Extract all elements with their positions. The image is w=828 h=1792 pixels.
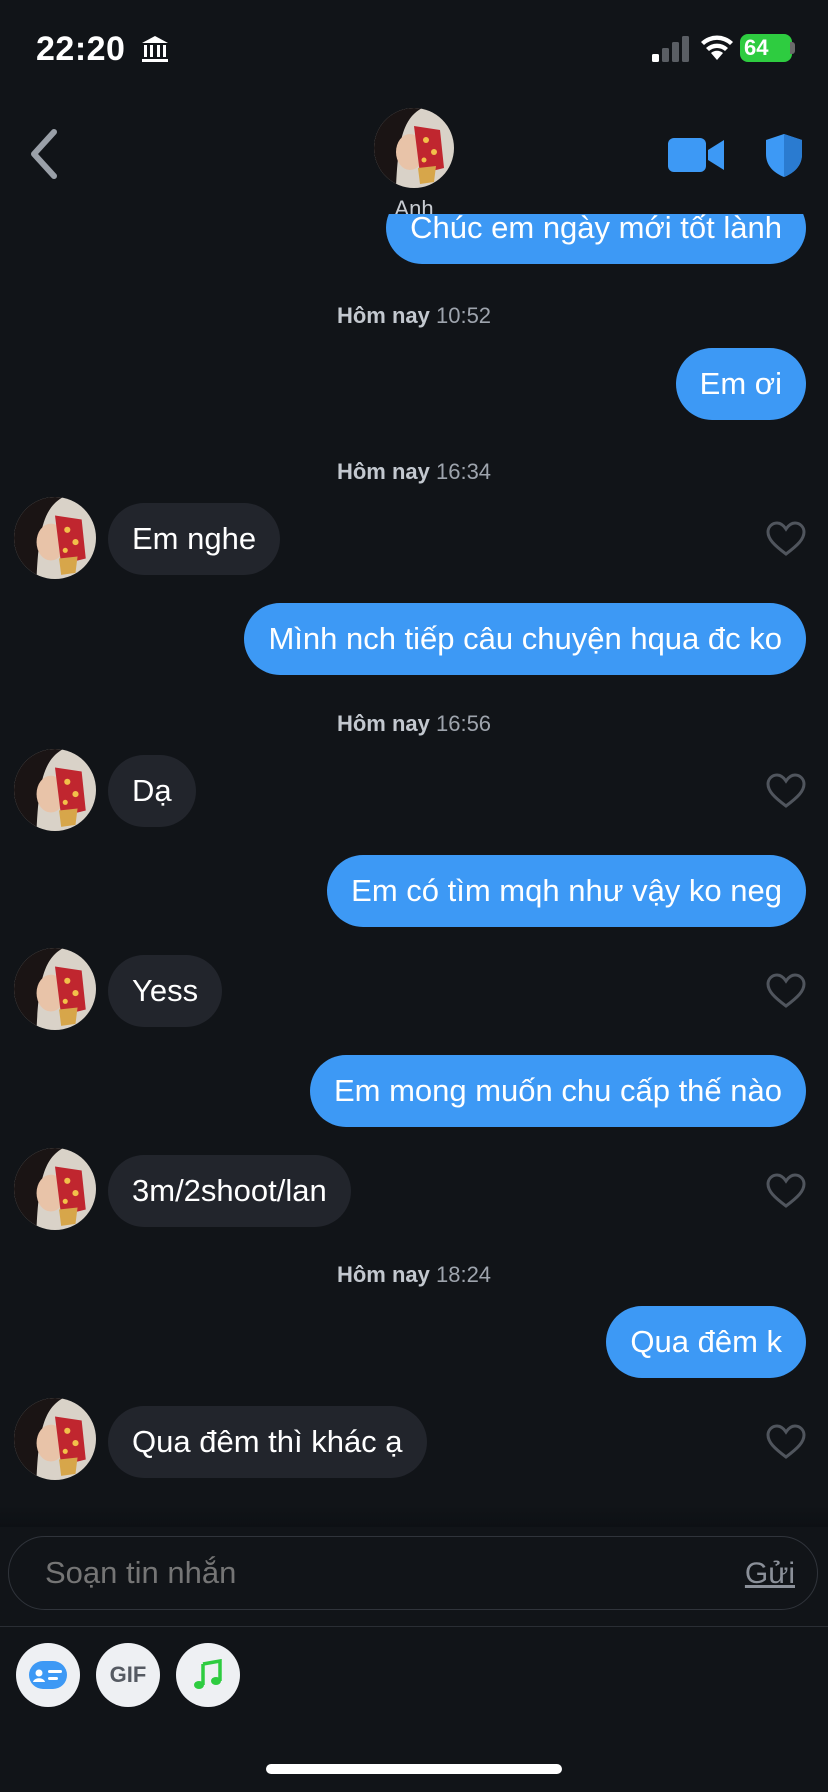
timestamp-day: Hôm nay: [336, 1262, 430, 1287]
battery-tip: [790, 42, 795, 54]
outgoing-message[interactable]: Qua đêm k: [606, 1306, 806, 1378]
music-button[interactable]: [176, 1643, 240, 1707]
composer-shadow: [0, 1505, 828, 1527]
wifi-icon: [701, 35, 733, 60]
avatar[interactable]: [14, 749, 96, 831]
timestamp: Hôm nay 16:56: [0, 711, 828, 737]
outgoing-message[interactable]: Em mong muốn chu cấp thế nào: [309, 1055, 806, 1127]
message-input[interactable]: [45, 1555, 645, 1591]
divider: [0, 1626, 828, 1627]
avatar[interactable]: [14, 1148, 96, 1230]
incoming-message[interactable]: 3m/2shoot/lan: [108, 1155, 351, 1227]
avatar[interactable]: [14, 948, 96, 1030]
contact-card-button[interactable]: [16, 1643, 80, 1707]
timestamp-day: Hôm nay: [336, 711, 430, 736]
partial-message-clip: Chúc em ngày mới tốt lành: [0, 214, 828, 274]
message-composer[interactable]: Gửi: [8, 1536, 818, 1610]
battery-level: 64: [744, 35, 769, 60]
bank-icon: [142, 36, 168, 62]
incoming-message[interactable]: Dạ: [108, 755, 196, 827]
incoming-message[interactable]: Yess: [108, 955, 223, 1027]
avatar[interactable]: [14, 1398, 96, 1480]
music-note-icon: [194, 1659, 222, 1689]
heart-icon[interactable]: [766, 773, 806, 809]
video-call-icon[interactable]: [668, 136, 724, 174]
timestamp: Hôm nay 18:24: [0, 1262, 828, 1288]
outgoing-message[interactable]: Em ơi: [675, 348, 806, 420]
timestamp-day: Hôm nay: [336, 303, 430, 328]
contact-card-icon: [29, 1661, 67, 1689]
heart-icon[interactable]: [766, 1173, 806, 1209]
contact-avatar[interactable]: [374, 108, 454, 188]
incoming-message[interactable]: Em nghe: [108, 503, 281, 575]
status-time: 22:20: [36, 30, 126, 68]
battery-indicator: 64: [740, 34, 792, 62]
heart-icon[interactable]: [766, 1424, 806, 1460]
heart-icon[interactable]: [766, 521, 806, 557]
avatar[interactable]: [14, 497, 96, 579]
timestamp: Hôm nay 10:52: [0, 303, 828, 329]
timestamp-time: 18:24: [435, 1262, 492, 1287]
timestamp-time: 16:34: [435, 459, 492, 484]
back-icon[interactable]: [26, 128, 62, 180]
outgoing-message[interactable]: Em có tìm mqh như vậy ko neg: [327, 855, 806, 927]
heart-icon[interactable]: [766, 973, 806, 1009]
timestamp-time: 10:52: [435, 303, 492, 328]
shield-icon[interactable]: [764, 132, 804, 178]
timestamp-time: 16:56: [435, 711, 492, 736]
home-indicator[interactable]: [266, 1764, 562, 1774]
gif-label: GIF: [109, 1662, 147, 1687]
incoming-message[interactable]: Qua đêm thì khác ạ: [108, 1406, 427, 1478]
outgoing-message[interactable]: Chúc em ngày mới tốt lành: [386, 214, 806, 264]
timestamp-day: Hôm nay: [336, 459, 430, 484]
outgoing-message[interactable]: Mình nch tiếp câu chuyện hqua đc ko: [244, 603, 806, 675]
timestamp: Hôm nay 16:34: [0, 459, 828, 485]
signal-icon: [652, 36, 689, 62]
gif-button[interactable]: GIF: [96, 1643, 160, 1707]
send-button[interactable]: Gửi: [745, 1557, 795, 1591]
